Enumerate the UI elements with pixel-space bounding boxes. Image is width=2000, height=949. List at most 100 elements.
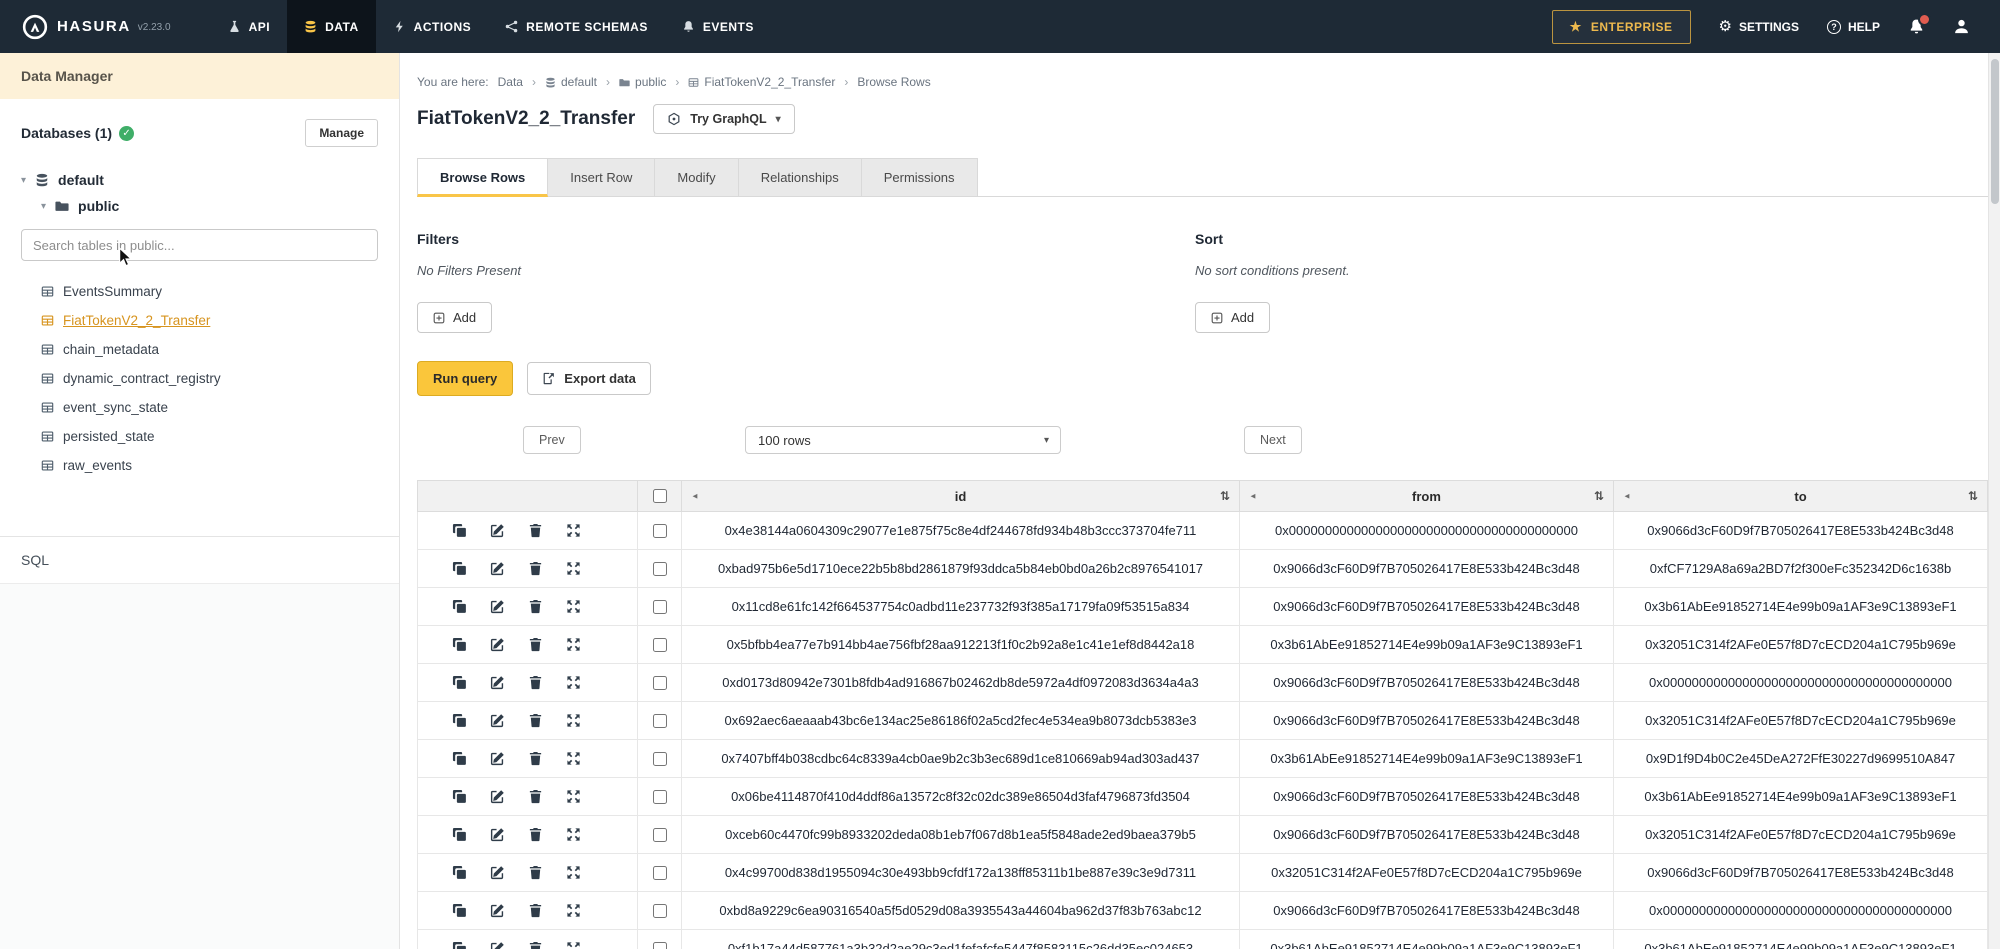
clone-row-icon[interactable] [452, 865, 467, 880]
edit-row-icon[interactable] [490, 865, 505, 880]
sidebar-table-fiattokenv2-2-transfer[interactable]: FiatTokenV2_2_Transfer [21, 306, 378, 335]
expand-row-icon[interactable] [566, 789, 581, 804]
hasura-logo[interactable]: HASURA v2.23.0 [0, 14, 187, 40]
expand-row-icon[interactable] [566, 599, 581, 614]
breadcrumb-item-table[interactable]: FiatTokenV2_2_Transfer [688, 75, 835, 89]
row-checkbox[interactable] [653, 790, 667, 804]
clone-row-icon[interactable] [452, 827, 467, 842]
expand-row-icon[interactable] [566, 523, 581, 538]
tab-permissions[interactable]: Permissions [862, 158, 978, 197]
sidebar-table-chain-metadata[interactable]: chain_metadata [21, 335, 378, 364]
expand-row-icon[interactable] [566, 675, 581, 690]
edit-row-icon[interactable] [490, 599, 505, 614]
row-checkbox[interactable] [653, 752, 667, 766]
delete-row-icon[interactable] [528, 561, 543, 576]
prev-page-button[interactable]: Prev [523, 426, 581, 454]
tab-modify[interactable]: Modify [655, 158, 738, 197]
expand-row-icon[interactable] [566, 751, 581, 766]
clone-row-icon[interactable] [452, 599, 467, 614]
delete-row-icon[interactable] [528, 713, 543, 728]
nav-item-events[interactable]: EVENTS [665, 0, 771, 53]
expand-row-icon[interactable] [566, 713, 581, 728]
nav-item-actions[interactable]: ACTIONS [376, 0, 489, 53]
clone-row-icon[interactable] [452, 903, 467, 918]
column-header-from[interactable]: ◄ from ⇅ [1240, 481, 1614, 512]
scrollbar-thumb[interactable] [1991, 59, 1999, 204]
manage-button[interactable]: Manage [305, 119, 378, 147]
user-menu-button[interactable] [1953, 18, 1970, 35]
row-checkbox[interactable] [653, 942, 667, 949]
delete-row-icon[interactable] [528, 941, 543, 949]
row-checkbox[interactable] [653, 828, 667, 842]
row-checkbox[interactable] [653, 904, 667, 918]
delete-row-icon[interactable] [528, 637, 543, 652]
clone-row-icon[interactable] [452, 675, 467, 690]
delete-row-icon[interactable] [528, 523, 543, 538]
clone-row-icon[interactable] [452, 637, 467, 652]
edit-row-icon[interactable] [490, 751, 505, 766]
try-graphql-button[interactable]: Try GraphQL ▾ [653, 104, 794, 134]
expand-row-icon[interactable] [566, 903, 581, 918]
run-query-button[interactable]: Run query [417, 361, 513, 396]
clone-row-icon[interactable] [452, 751, 467, 766]
add-sort-button[interactable]: Add [1195, 302, 1270, 333]
expand-row-icon[interactable] [566, 941, 581, 949]
breadcrumb-item-default[interactable]: default [545, 75, 597, 89]
expand-row-icon[interactable] [566, 561, 581, 576]
vertical-scrollbar[interactable] [1988, 53, 2000, 949]
row-checkbox[interactable] [653, 638, 667, 652]
clone-row-icon[interactable] [452, 523, 467, 538]
nav-item-remote-schemas[interactable]: REMOTE SCHEMAS [488, 0, 665, 53]
clone-row-icon[interactable] [452, 941, 467, 949]
schema-tree-item[interactable]: ▾ public [41, 193, 378, 219]
breadcrumb-item-public[interactable]: public [619, 75, 666, 89]
edit-row-icon[interactable] [490, 903, 505, 918]
edit-row-icon[interactable] [490, 637, 505, 652]
sidebar-table-event-sync-state[interactable]: event_sync_state [21, 393, 378, 422]
tab-insert-row[interactable]: Insert Row [548, 158, 655, 197]
row-checkbox[interactable] [653, 866, 667, 880]
help-button[interactable]: ? HELP [1827, 20, 1880, 34]
nav-item-data[interactable]: DATA [287, 0, 376, 53]
sidebar-table-dynamic-contract-registry[interactable]: dynamic_contract_registry [21, 364, 378, 393]
nav-item-api[interactable]: API [211, 0, 288, 53]
expand-row-icon[interactable] [566, 637, 581, 652]
row-checkbox[interactable] [653, 676, 667, 690]
edit-row-icon[interactable] [490, 827, 505, 842]
breadcrumb-item-browse-rows[interactable]: Browse Rows [857, 75, 930, 89]
tab-relationships[interactable]: Relationships [739, 158, 862, 197]
expand-row-icon[interactable] [566, 865, 581, 880]
delete-row-icon[interactable] [528, 903, 543, 918]
export-data-button[interactable]: Export data [527, 362, 651, 395]
row-checkbox[interactable] [653, 600, 667, 614]
row-checkbox[interactable] [653, 524, 667, 538]
tab-browse-rows[interactable]: Browse Rows [417, 158, 548, 197]
add-filter-button[interactable]: Add [417, 302, 492, 333]
row-checkbox[interactable] [653, 714, 667, 728]
sidebar-item-sql[interactable]: SQL [0, 537, 399, 583]
rows-per-page-select[interactable]: 100 rows [746, 427, 1060, 453]
settings-button[interactable]: ⚙ SETTINGS [1719, 19, 1799, 34]
row-checkbox[interactable] [653, 562, 667, 576]
clone-row-icon[interactable] [452, 561, 467, 576]
sidebar-table-eventssummary[interactable]: EventsSummary [21, 277, 378, 306]
sidebar-table-persisted-state[interactable]: persisted_state [21, 422, 378, 451]
enterprise-button[interactable]: ★ ENTERPRISE [1552, 10, 1691, 44]
delete-row-icon[interactable] [528, 827, 543, 842]
database-tree-item[interactable]: ▾ default [21, 167, 378, 193]
edit-row-icon[interactable] [490, 789, 505, 804]
column-header-to[interactable]: ◄ to ⇅ [1614, 481, 1988, 512]
delete-row-icon[interactable] [528, 865, 543, 880]
delete-row-icon[interactable] [528, 675, 543, 690]
breadcrumb-item-data[interactable]: Data [498, 75, 523, 89]
edit-row-icon[interactable] [490, 523, 505, 538]
clone-row-icon[interactable] [452, 789, 467, 804]
sidebar-table-raw-events[interactable]: raw_events [21, 451, 378, 480]
delete-row-icon[interactable] [528, 599, 543, 614]
column-header-id[interactable]: ◄ id ⇅ [682, 481, 1240, 512]
select-all-checkbox[interactable] [653, 489, 667, 503]
notifications-button[interactable] [1908, 18, 1925, 35]
delete-row-icon[interactable] [528, 751, 543, 766]
table-search-input[interactable] [21, 229, 378, 261]
clone-row-icon[interactable] [452, 713, 467, 728]
